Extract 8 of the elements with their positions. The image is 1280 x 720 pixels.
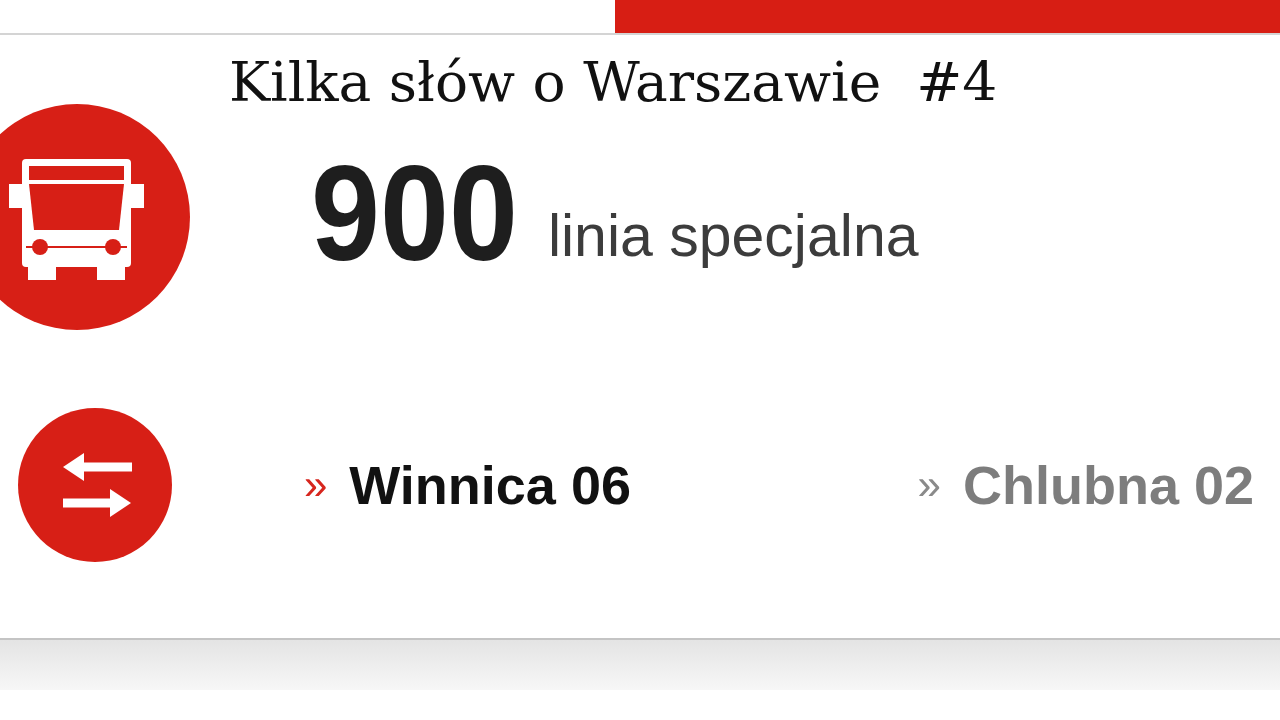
page-title: Kilka słów o Warszawie #4 (229, 49, 998, 115)
direction-option[interactable]: » Chlubna 02 (917, 453, 1254, 517)
double-chevron-marker: » (917, 460, 941, 510)
line-type-label: linia specjalna (547, 202, 919, 271)
swap-arrows-icon (18, 408, 172, 562)
line-number: 900 (311, 152, 518, 274)
double-chevron-marker: » (304, 460, 328, 510)
direction-option[interactable]: » Winnica 06 (304, 453, 631, 517)
